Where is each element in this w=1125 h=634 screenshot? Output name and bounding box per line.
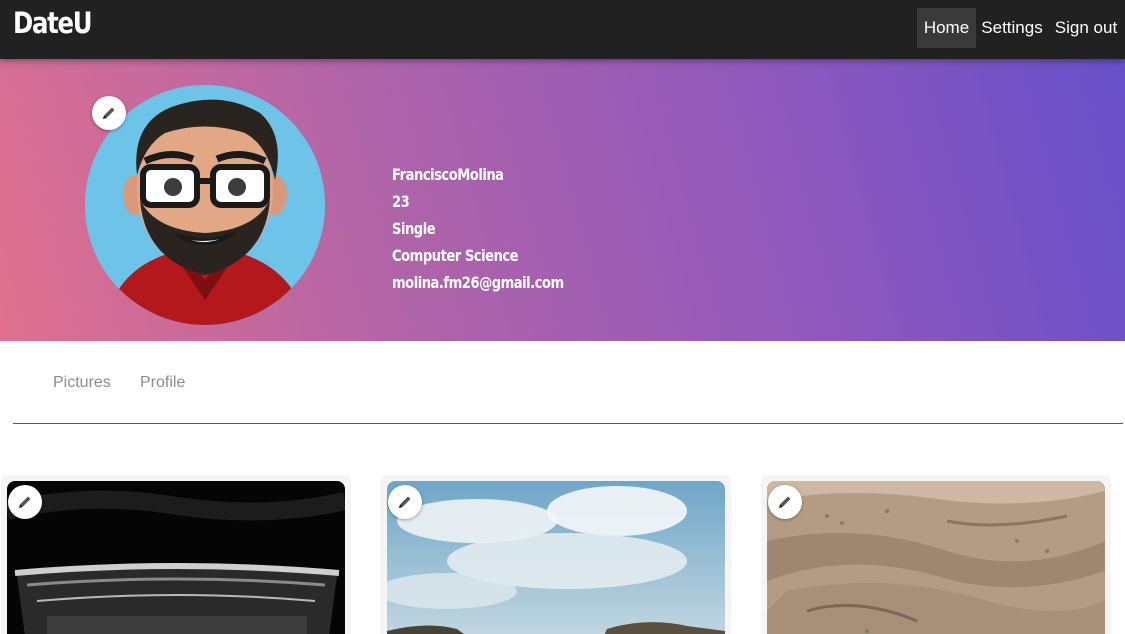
edit-avatar-button[interactable] — [92, 96, 126, 130]
edit-photo-button[interactable] — [8, 485, 42, 519]
edit-photo-button[interactable] — [768, 485, 802, 519]
tabs-divider — [13, 423, 1123, 424]
pencil-icon — [779, 496, 791, 508]
photo-image[interactable] — [387, 481, 725, 634]
profile-header: FranciscoMolina 23 Single Computer Scien… — [0, 59, 1125, 341]
pencil-icon — [103, 107, 115, 119]
photo-card[interactable] — [381, 475, 731, 634]
pencil-icon — [19, 496, 31, 508]
nav-sign-out-link[interactable]: Sign out — [1051, 8, 1121, 48]
photo-image[interactable] — [767, 481, 1105, 634]
glass-bowl-photo — [7, 481, 345, 634]
profile-major: Computer Science — [392, 246, 519, 265]
profile-name: FranciscoMolina — [392, 165, 504, 184]
profile-age: 23 — [392, 192, 410, 211]
photo-card[interactable] — [1, 475, 351, 634]
tab-pictures[interactable]: Pictures — [53, 374, 111, 392]
brand-logo[interactable]: DateU — [13, 6, 93, 40]
photo-image[interactable] — [7, 481, 345, 634]
aerial-town-photo — [767, 481, 1105, 634]
pencil-icon — [399, 496, 411, 508]
top-navbar: DateU Home Settings Sign out — [0, 0, 1125, 59]
profile-info: FranciscoMolina 23 Single Computer Scien… — [392, 161, 601, 296]
photo-card[interactable] — [761, 475, 1111, 634]
profile-status: Single — [392, 219, 436, 238]
tab-profile[interactable]: Profile — [140, 374, 185, 392]
nav-home-link[interactable]: Home — [917, 8, 976, 48]
profile-email: molina.fm26@gmail.com — [392, 273, 564, 292]
nav-settings-link[interactable]: Settings — [978, 8, 1046, 48]
edit-photo-button[interactable] — [388, 485, 422, 519]
sky-rocks-photo — [387, 481, 725, 634]
